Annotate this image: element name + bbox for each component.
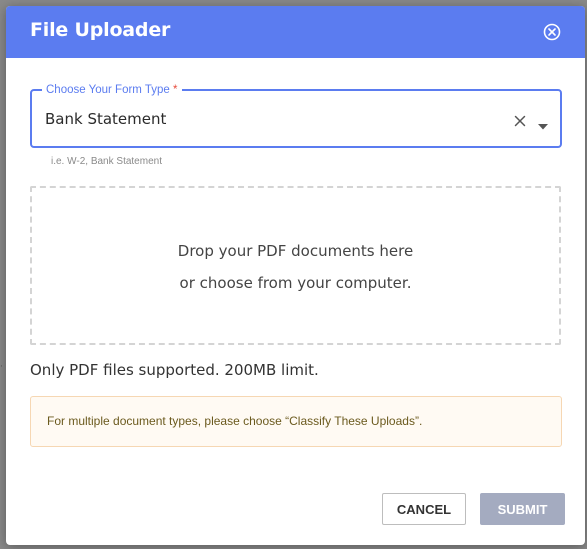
clear-x-icon[interactable] <box>514 112 526 127</box>
file-uploader-dialog: File Uploader Choose Your Form Type * Ba… <box>6 6 585 545</box>
close-icon[interactable] <box>543 23 561 41</box>
backdrop-fragment: · <box>0 362 3 372</box>
dropzone-line-1: Drop your PDF documents here <box>177 242 414 260</box>
caret-down-icon[interactable] <box>538 115 548 130</box>
form-type-label: Choose Your Form Type * <box>42 82 182 98</box>
alert-text: For multiple document types, please choo… <box>47 414 423 428</box>
pdf-dropzone[interactable]: Drop your PDF documents here or choose f… <box>30 186 561 345</box>
file-support-note: Only PDF files supported. 200MB limit. <box>30 361 319 379</box>
form-type-label-text: Choose Your Form Type <box>46 84 170 96</box>
dialog-header: File Uploader <box>6 6 585 58</box>
form-type-select[interactable]: Choose Your Form Type * Bank Statement <box>30 82 562 148</box>
required-mark: * <box>173 84 178 96</box>
dropzone-line-2: or choose from your computer. <box>179 274 412 292</box>
form-type-helper: i.e. W-2, Bank Statement <box>51 156 162 167</box>
info-alert: For multiple document types, please choo… <box>30 396 562 447</box>
dialog-title: File Uploader <box>30 19 171 41</box>
cancel-button[interactable]: CANCEL <box>382 493 466 525</box>
submit-button[interactable]: SUBMIT <box>480 493 565 525</box>
form-type-value: Bank Statement <box>45 110 167 128</box>
